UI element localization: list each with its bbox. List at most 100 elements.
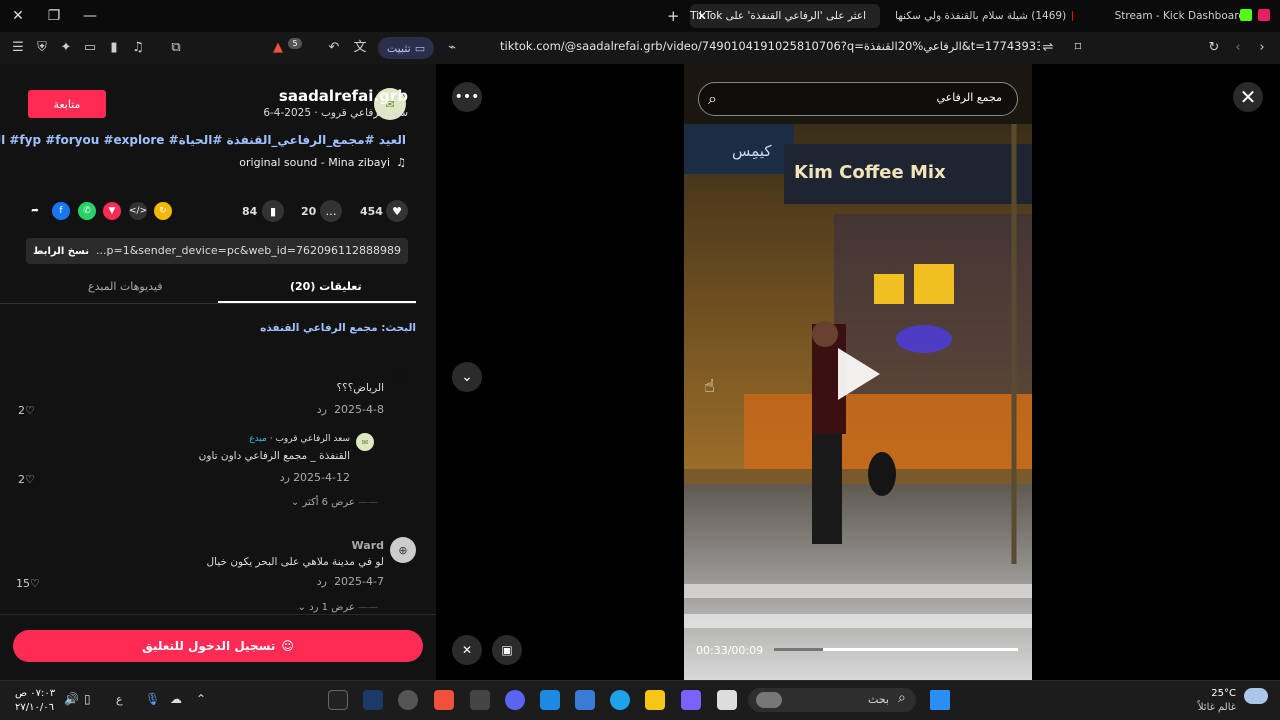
network-icon[interactable]: ☁	[170, 692, 182, 706]
wallet-icon[interactable]: ▭	[82, 40, 98, 56]
close-tab-icon[interactable]: ✕	[697, 9, 707, 23]
facebook-icon[interactable]: f	[52, 202, 70, 220]
sidebar-icon[interactable]: ▮	[106, 40, 122, 56]
comment-avatar[interactable]	[390, 366, 414, 390]
new-tab-icon[interactable]: +	[667, 7, 680, 25]
bookmark-icon[interactable]: ⌑	[1070, 40, 1086, 56]
language-indicator[interactable]: ع	[116, 693, 123, 706]
more-options-icon[interactable]: •••	[452, 82, 482, 112]
xbox-icon[interactable]	[470, 690, 490, 710]
reply-button[interactable]: رد	[317, 575, 327, 588]
battery-icon[interactable]: ▯	[84, 692, 91, 706]
view-more-replies[interactable]: —— عرض 6 أكثر ⌄	[291, 497, 378, 508]
edge-icon[interactable]	[610, 690, 630, 710]
translate-icon[interactable]: 文	[352, 40, 368, 56]
comment-avatar[interactable]: ✉	[356, 433, 374, 451]
comment-text: لو في مدينة ملاهي على البحر يكون خيال	[206, 556, 385, 568]
comment-button[interactable]: …	[320, 200, 342, 222]
address-bar[interactable]: tiktok.com/@saadalrefai.grb/video/749010…	[500, 39, 1040, 57]
back-icon[interactable]: ‹	[1230, 40, 1246, 56]
copy-link-button[interactable]: نسخ الرابط	[30, 241, 92, 261]
comment-text: القنفذة _ مجمع الرفاعي داون تاون	[198, 450, 350, 462]
file-explorer-icon[interactable]	[645, 690, 665, 710]
screenshot-icon[interactable]: ⧉	[168, 40, 184, 56]
epic-games-icon[interactable]	[328, 690, 348, 710]
floating-player-icon[interactable]: ▣	[492, 635, 522, 665]
play-icon[interactable]	[838, 348, 880, 400]
search-icon[interactable]: ⌕	[708, 89, 717, 109]
restore-window-icon[interactable]: ❐	[36, 0, 72, 32]
embed-icon[interactable]: </>	[129, 202, 147, 220]
m365-icon[interactable]	[681, 690, 701, 710]
tab-tiktok-active[interactable]: اعثر على 'الرفاعي القنفذة' على TikTok	[690, 4, 880, 28]
search-hint-text: البحث: مجمع الرفاعي القنفذه	[260, 322, 416, 334]
brave-shield-badge[interactable]: 5	[288, 38, 302, 49]
comment-author-line[interactable]: سعد الرفاعي قروب · مبدع	[249, 434, 350, 444]
volume-icon[interactable]: 🔊	[64, 692, 79, 706]
back-history-icon[interactable]: ↶	[326, 40, 342, 56]
steam-icon[interactable]	[363, 690, 383, 710]
show-hidden-icons[interactable]: ⌃	[196, 692, 206, 706]
comment-likes[interactable]: 2♡	[18, 404, 35, 417]
divider-line: ——	[354, 497, 378, 508]
shield-icon[interactable]: ⛨	[34, 40, 50, 56]
follow-label: متابعة	[53, 97, 81, 111]
send-to-friends-icon[interactable]: ▼	[103, 202, 121, 220]
comment-author: سعد الرفاعي قروب	[275, 434, 350, 444]
outlook-icon[interactable]	[540, 690, 560, 710]
obs-icon[interactable]	[398, 690, 418, 710]
share-link[interactable]: ...p=1&sender_device=pc&web_id=762096112…	[96, 244, 401, 257]
reply-button[interactable]: رد	[280, 471, 290, 484]
clock-time[interactable]: ٠٧:٠٣ ص	[15, 688, 55, 699]
tab-label: Stream - Kick Dashboard	[1114, 10, 1245, 22]
brave-icon[interactable]	[434, 690, 454, 710]
music-note-icon: ♫	[396, 156, 406, 169]
comment-author[interactable]: Ward	[352, 539, 384, 552]
brave-rewards-icon[interactable]: ▲	[270, 40, 286, 56]
tab-creator-videos[interactable]: فيديوهات المبدع	[88, 280, 163, 293]
clock-date[interactable]: ٢٧/١٠/٠٦	[15, 702, 54, 713]
share-arrow-icon[interactable]: ➦	[26, 202, 44, 220]
search-suggestion[interactable]: البحث: مجمع الرفاعي القنفذه	[260, 322, 416, 334]
video-player[interactable]: كيمِس Kim Coffee Mix ⌕ مجمع الرفاعي 00:3…	[684, 64, 1032, 680]
forward-icon[interactable]: ›	[1254, 40, 1270, 56]
reload-icon[interactable]: ↻	[1206, 40, 1222, 56]
video-time: 00:33/00:09	[696, 644, 764, 657]
sound-line[interactable]: original sound - Mina zibayi ♫	[239, 156, 406, 169]
post-hashtags[interactable]: #القنفذة #fyp #foryou #explore #العيد #م…	[0, 133, 406, 147]
extensions-icon[interactable]: ✦	[58, 40, 74, 56]
tab-kick[interactable]: Stream - Kick Dashboard	[1085, 4, 1245, 28]
repost-icon[interactable]: ↻	[154, 202, 172, 220]
close-video-icon[interactable]: ✕	[1233, 82, 1263, 112]
discord-icon[interactable]	[505, 690, 525, 710]
menu-icon[interactable]: ☰	[10, 40, 26, 56]
comment-likes[interactable]: 15♡	[16, 577, 40, 590]
start-icon[interactable]	[930, 690, 950, 710]
author-username[interactable]: saadalrefai.grb	[279, 87, 408, 105]
comment-likes[interactable]: 2♡	[18, 473, 35, 486]
view-more-replies[interactable]: —— عرض 1 رد ⌄	[298, 602, 378, 613]
like-button[interactable]: ♥	[386, 200, 408, 222]
tab-youtube[interactable]: (1469) شيلة سلام بالقنفذة ولي سكنها	[895, 4, 1073, 28]
weather-icon[interactable]	[1244, 688, 1268, 704]
reply-button[interactable]: رد	[317, 403, 327, 416]
coffee-sign: Kim Coffee Mix	[794, 162, 946, 183]
save-button[interactable]: ▮	[262, 200, 284, 222]
notepad-icon[interactable]	[717, 690, 737, 710]
music-icon[interactable]: ♫	[130, 40, 146, 56]
comment-avatar[interactable]: ⊕	[390, 537, 416, 563]
microphone-icon[interactable]: 🎙	[145, 692, 160, 706]
pin-label: تثبيت	[386, 41, 411, 55]
next-video-icon[interactable]: ⌄	[452, 362, 482, 392]
tab-comments[interactable]: (20) تعليقات	[290, 280, 362, 293]
picture-in-picture-icon[interactable]: ⌁	[444, 40, 460, 56]
store-icon[interactable]	[575, 690, 595, 710]
link-settings-icon[interactable]: ⇌	[1040, 40, 1056, 56]
mute-icon[interactable]: ✕	[452, 635, 482, 665]
pin-button[interactable]: تثبيت ▭	[378, 37, 434, 59]
whatsapp-icon[interactable]: ✆	[78, 202, 96, 220]
login-to-comment-button[interactable]: تسجيل الدخول للتعليق ☺	[13, 630, 423, 662]
follow-button[interactable]: متابعة	[28, 90, 106, 118]
minimize-window-icon[interactable]: —	[72, 0, 108, 32]
close-window-icon[interactable]: ✕	[0, 0, 36, 32]
